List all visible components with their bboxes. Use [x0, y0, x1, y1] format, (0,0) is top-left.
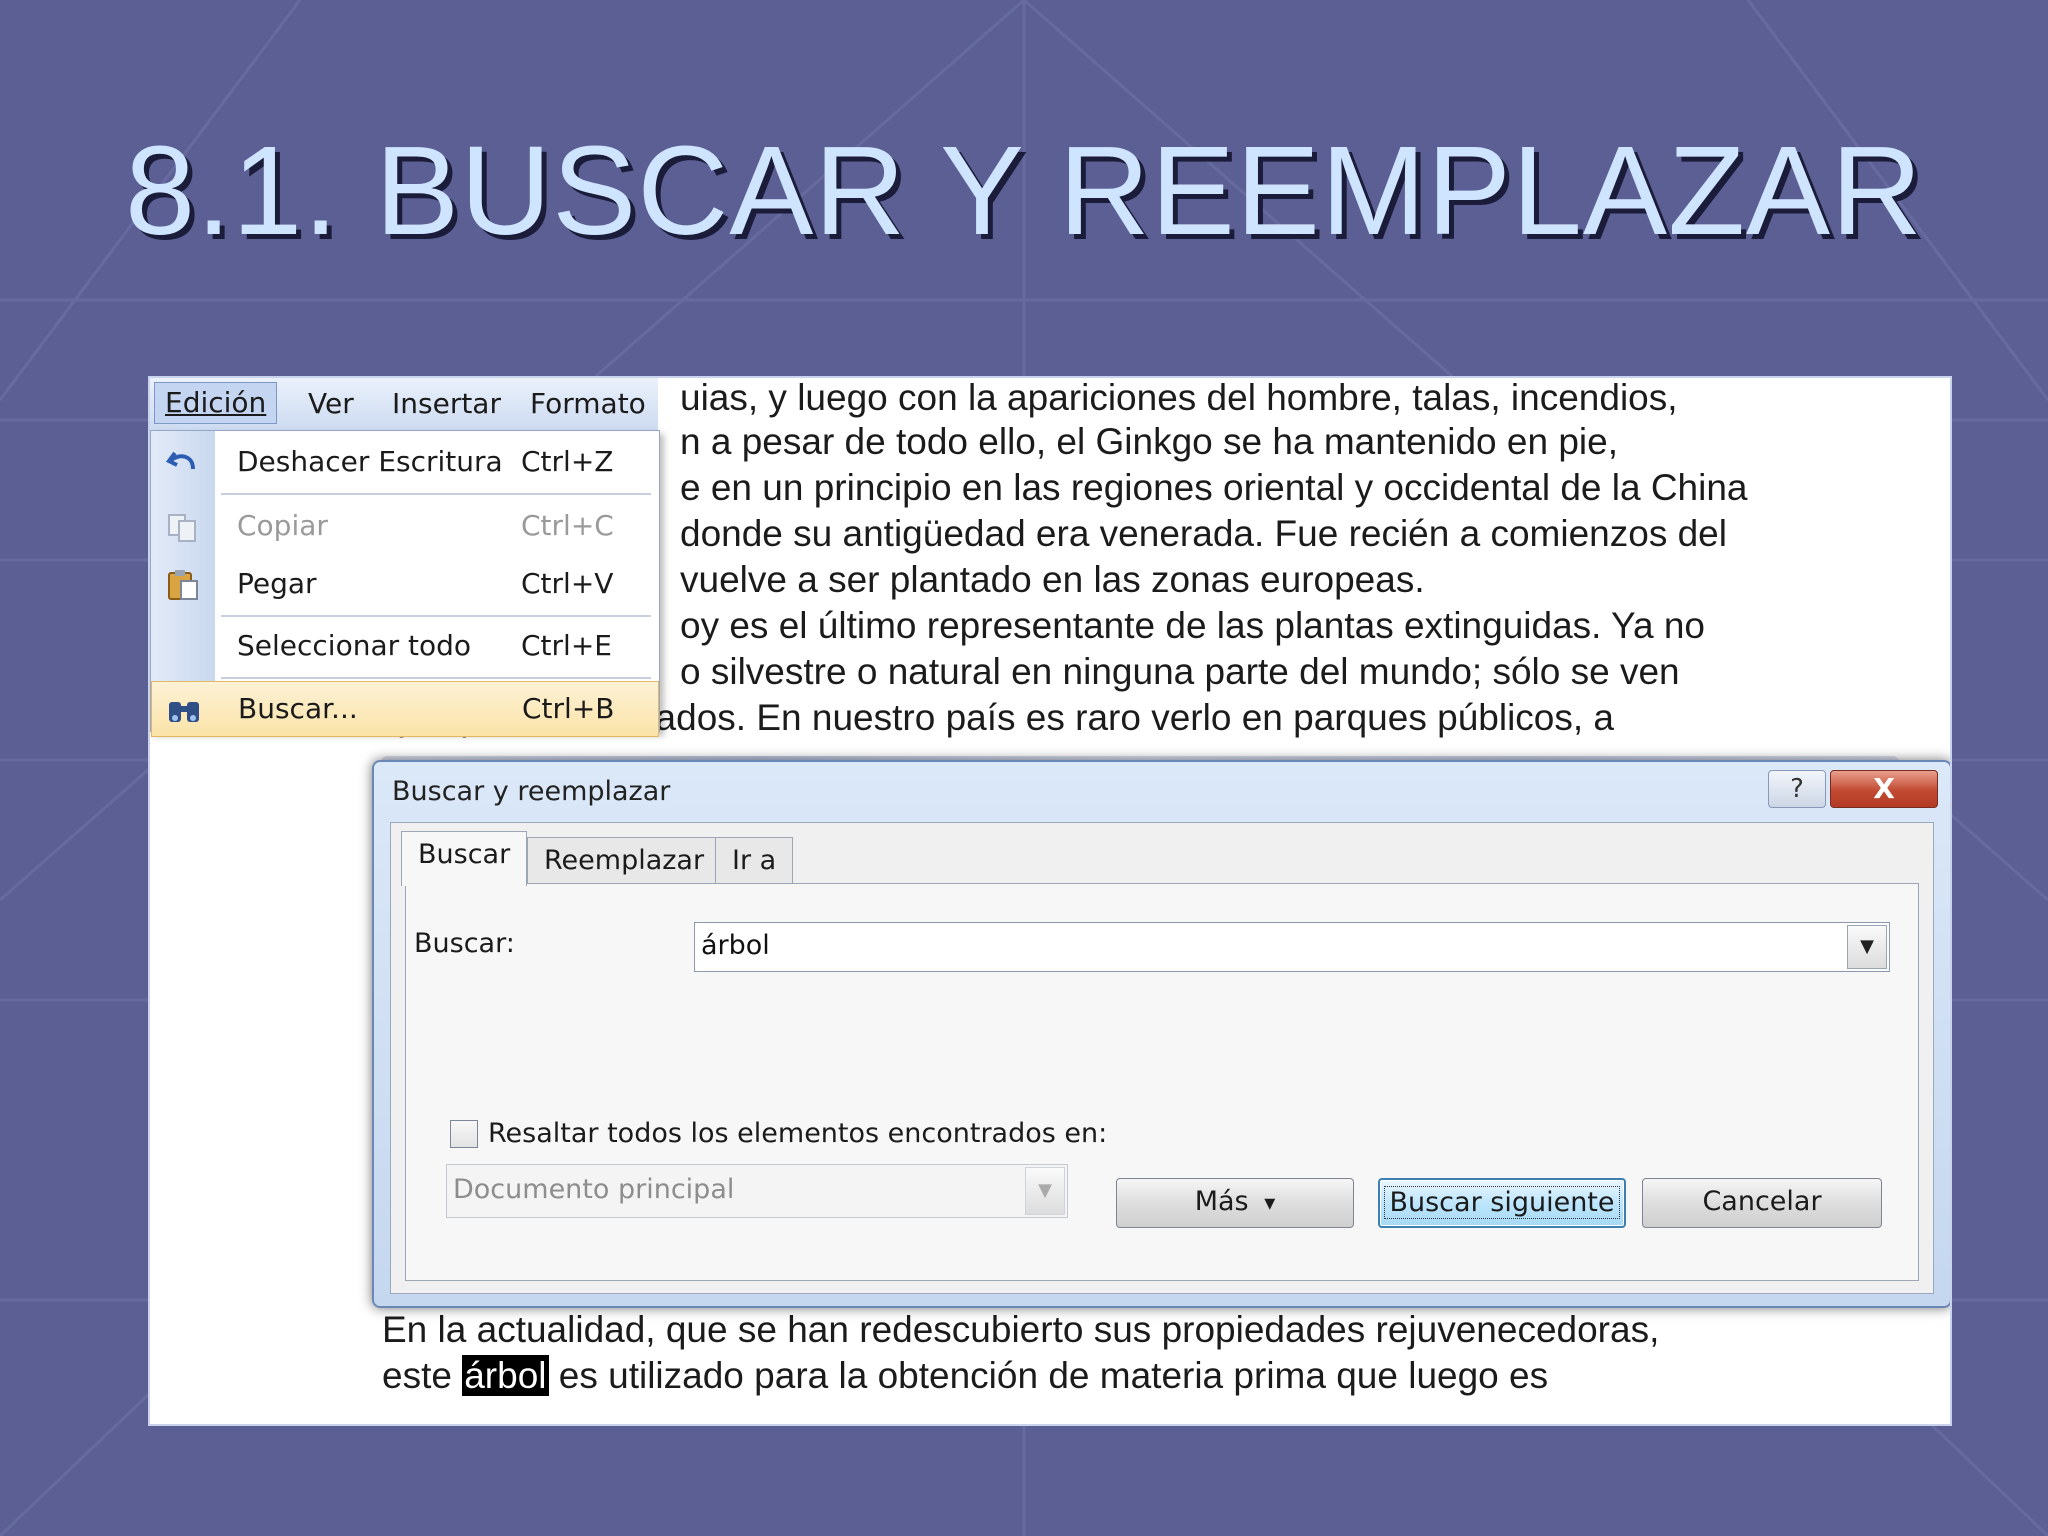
- menu-separator: [221, 615, 651, 617]
- menu-separator: [221, 493, 651, 495]
- document-line: donde su antigüedad era venerada. Fue re…: [680, 513, 1727, 554]
- menu-bar: Edición Ver Insertar Formato: [150, 378, 658, 431]
- scope-select[interactable]: Documento principal ▼: [446, 1164, 1068, 1218]
- find-input-value: árbol: [701, 930, 770, 961]
- scope-select-value: Documento principal: [453, 1174, 735, 1205]
- menu-item-seleccionar-todo[interactable]: Seleccionar todo Ctrl+E: [151, 619, 659, 675]
- document-line: n a pesar de todo ello, el Ginkgo se ha …: [680, 421, 1618, 462]
- document-line: oy es el último representante de las pla…: [680, 605, 1705, 646]
- cancel-button[interactable]: Cancelar: [1642, 1178, 1882, 1228]
- menu-insertar[interactable]: Insertar: [382, 386, 511, 422]
- copy-icon: [168, 514, 196, 542]
- more-button-label: Más: [1194, 1186, 1249, 1217]
- close-button[interactable]: X: [1830, 770, 1938, 808]
- menu-item-copiar[interactable]: Copiar Ctrl+C: [151, 499, 659, 555]
- dialog-body: Buscar Reemplazar Ir a Buscar: árbol ▼ R…: [390, 822, 1934, 1294]
- dialog-title: Buscar y reemplazar: [392, 776, 671, 807]
- menu-item-label: Pegar: [237, 567, 317, 600]
- search-highlight: árbol: [462, 1355, 549, 1396]
- find-input[interactable]: árbol ▼: [694, 922, 1890, 972]
- document-line: uias, y luego con la apariciones del hom…: [680, 377, 1678, 418]
- find-label: Buscar:: [414, 928, 515, 959]
- menu-item-shortcut: Ctrl+E: [521, 629, 612, 662]
- highlight-label: Resaltar todos los elementos encontrados…: [488, 1118, 1108, 1149]
- paste-icon: [168, 570, 198, 600]
- highlight-checkbox[interactable]: [450, 1120, 478, 1148]
- text-fragment: este: [382, 1355, 463, 1396]
- document-line: e en un principio en las regiones orient…: [680, 467, 1748, 508]
- menu-ver[interactable]: Ver: [298, 386, 364, 422]
- scope-dropdown-button[interactable]: ▼: [1025, 1167, 1065, 1215]
- binoculars-icon: [169, 702, 199, 722]
- menu-item-shortcut: Ctrl+V: [521, 567, 614, 600]
- help-button[interactable]: ?: [1768, 770, 1826, 808]
- menu-item-label: Deshacer Escritura: [237, 445, 503, 478]
- text-fragment: es utilizado para la obtención de materi…: [548, 1355, 1549, 1396]
- document-line: vuelve a ser plantado en las zonas europ…: [680, 559, 1425, 600]
- menu-separator: [221, 677, 651, 679]
- screenshot-panel: uias, y luego con la apariciones del hom…: [148, 376, 1952, 1426]
- menu-edicion[interactable]: Edición: [154, 382, 278, 424]
- menu-item-buscar[interactable]: Buscar... Ctrl+B: [151, 681, 659, 737]
- find-dropdown-button[interactable]: ▼: [1847, 925, 1887, 969]
- menu-item-shortcut: Ctrl+B: [522, 692, 615, 725]
- find-replace-dialog: Buscar y reemplazar ? X Buscar Reemplaza…: [372, 760, 1950, 1308]
- menu-label: Edición: [165, 386, 267, 419]
- menu-item-label: Seleccionar todo: [237, 629, 472, 662]
- undo-icon: [165, 451, 195, 470]
- chevron-down-icon: ▼: [1038, 1180, 1052, 1201]
- menu-item-shortcut: Ctrl+C: [521, 509, 614, 542]
- find-next-button[interactable]: Buscar siguiente: [1378, 1178, 1626, 1228]
- menu-item-deshacer[interactable]: Deshacer Escritura Ctrl+Z: [151, 435, 659, 491]
- find-next-label: Buscar siguiente: [1384, 1186, 1620, 1219]
- edit-menu: Deshacer Escritura Ctrl+Z Copiar Ctrl+C …: [150, 430, 660, 737]
- menu-item-shortcut: Ctrl+Z: [521, 445, 614, 478]
- menu-item-pegar[interactable]: Pegar Ctrl+V: [151, 557, 659, 613]
- tab-reemplazar[interactable]: Reemplazar: [527, 837, 722, 884]
- menu-item-label: Copiar: [237, 509, 328, 542]
- tab-panel-buscar: Buscar: árbol ▼ Resaltar todos los eleme…: [405, 883, 1919, 1281]
- more-button[interactable]: Más ▾: [1116, 1178, 1354, 1228]
- document-line: En la actualidad, que se han redescubier…: [382, 1309, 1660, 1350]
- tab-buscar[interactable]: Buscar: [401, 831, 528, 886]
- tab-ir-a[interactable]: Ir a: [715, 837, 794, 884]
- double-chevron-down-icon: ▾: [1257, 1191, 1276, 1216]
- document-line: este árbol es utilizado para la obtenció…: [382, 1354, 1548, 1398]
- chevron-down-icon: ▼: [1860, 936, 1874, 957]
- menu-item-label: Buscar...: [238, 692, 358, 725]
- slide-title: 8.1. BUSCAR Y REEMPLAZAR: [125, 120, 1923, 261]
- document-line: o silvestre o natural en ninguna parte d…: [680, 651, 1680, 692]
- menu-formato[interactable]: Formato: [520, 386, 656, 422]
